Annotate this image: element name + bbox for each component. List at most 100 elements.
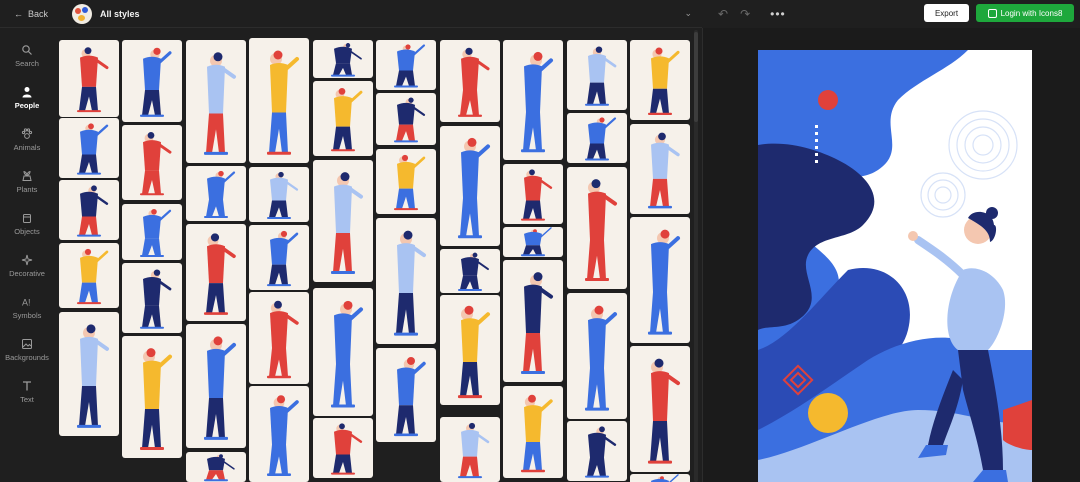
person-illustration <box>521 394 553 473</box>
illustration-card[interactable] <box>249 167 309 222</box>
illustration-card[interactable] <box>186 166 246 221</box>
illustration-card[interactable] <box>59 243 119 308</box>
person-illustration <box>77 185 109 237</box>
nav-item-animals[interactable]: Animals <box>0 128 54 152</box>
illustration-card[interactable] <box>630 124 690 214</box>
illustration-card[interactable] <box>313 418 373 478</box>
illustration-card[interactable] <box>376 40 436 90</box>
grid-scrollbar[interactable] <box>694 30 698 482</box>
illustration-card[interactable] <box>313 81 373 156</box>
illustration-card[interactable] <box>313 288 373 416</box>
illustration-card[interactable] <box>249 386 309 482</box>
image-icon <box>22 339 32 349</box>
style-selector-label[interactable]: All styles <box>100 9 140 19</box>
nav-item-people[interactable]: People <box>0 86 54 110</box>
illustration-card[interactable] <box>122 336 182 458</box>
illustration-card[interactable] <box>249 225 309 290</box>
more-options-icon[interactable]: ••• <box>770 7 786 21</box>
person-illustration <box>267 50 299 155</box>
illustration-card[interactable] <box>440 126 500 246</box>
illustration-card[interactable] <box>567 421 627 481</box>
illustration-card[interactable] <box>249 292 309 384</box>
illustration-card[interactable] <box>440 295 500 405</box>
illustration-card[interactable] <box>313 160 373 282</box>
illustration-card[interactable] <box>313 40 373 78</box>
illustration-card[interactable] <box>59 180 119 240</box>
arrow-left-icon: ← <box>14 8 23 19</box>
person-illustration <box>331 423 363 475</box>
illustration-card[interactable] <box>440 417 500 482</box>
person-illustration <box>585 46 617 106</box>
person-illustration <box>140 208 172 257</box>
undo-icon[interactable]: ↶ <box>718 7 728 21</box>
illustration-card[interactable] <box>376 218 436 344</box>
person-illustration <box>458 305 490 399</box>
person-illustration <box>521 51 553 153</box>
illustration-card[interactable] <box>567 293 627 419</box>
person-illustration <box>204 52 236 155</box>
redo-icon[interactable]: ↷ <box>740 7 750 21</box>
paw-icon <box>21 128 33 139</box>
nav-item-search[interactable]: Search <box>0 44 54 68</box>
illustration-card[interactable] <box>249 38 309 163</box>
illustration-card[interactable] <box>440 249 500 293</box>
nav-item-text[interactable]: Text <box>0 380 54 404</box>
illustration-card[interactable] <box>122 263 182 333</box>
illustration-card[interactable] <box>630 40 690 120</box>
chevron-down-icon[interactable]: ⌄ <box>684 8 692 19</box>
nav-item-decorative[interactable]: Decorative <box>0 254 54 278</box>
person-illustration <box>77 47 109 113</box>
illustration-card[interactable] <box>503 227 563 257</box>
illustration-card[interactable] <box>630 217 690 343</box>
illustration-card[interactable] <box>376 149 436 214</box>
nav-item-symbols[interactable]: A! Symbols <box>0 296 54 321</box>
back-button[interactable]: ← Back <box>14 9 48 19</box>
illustration-card[interactable] <box>59 312 119 436</box>
illustration-card[interactable] <box>630 346 690 472</box>
category-sidebar: Search People Animals Plants Objects Dec… <box>0 28 54 482</box>
search-icon <box>22 45 32 55</box>
login-button[interactable]: Login with Icons8 <box>976 4 1074 22</box>
nav-item-plants[interactable]: Plants <box>0 170 54 194</box>
illustration-card[interactable] <box>503 164 563 224</box>
illustration-card[interactable] <box>186 452 246 482</box>
illustration-card[interactable] <box>59 118 119 178</box>
export-button[interactable]: Export <box>924 4 969 22</box>
illustration-card[interactable] <box>567 40 627 110</box>
illustration-card[interactable] <box>186 224 246 321</box>
poster-canvas[interactable] <box>758 50 1032 482</box>
person-illustration <box>331 300 363 408</box>
illustration-card[interactable] <box>122 40 182 122</box>
illustration-grid <box>54 28 702 482</box>
illustration-card[interactable] <box>376 348 436 442</box>
person-illustration <box>585 179 617 282</box>
illustration-card[interactable] <box>122 204 182 260</box>
illustration-card[interactable] <box>186 324 246 448</box>
scrollbar-thumb[interactable] <box>694 32 698 122</box>
illustration-card[interactable] <box>440 40 500 122</box>
person-illustration <box>648 47 680 115</box>
login-button-label: Login with Icons8 <box>1000 8 1063 18</box>
illustration-card[interactable] <box>503 40 563 160</box>
illustration-card[interactable] <box>567 167 627 289</box>
person-illustration <box>458 47 490 117</box>
illustration-card[interactable] <box>503 386 563 478</box>
person-illustration <box>204 233 236 315</box>
person-illustration <box>140 269 172 329</box>
person-illustration <box>331 87 363 152</box>
illustration-card[interactable] <box>376 93 436 145</box>
illustration-card[interactable] <box>59 40 119 117</box>
person-illustration <box>140 47 172 117</box>
illustration-card[interactable] <box>503 260 563 382</box>
nav-item-backgrounds[interactable]: Backgrounds <box>0 338 54 362</box>
style-avatar[interactable] <box>72 3 93 24</box>
person-illustration <box>77 123 109 175</box>
illustration-card[interactable] <box>186 40 246 163</box>
illustration-card[interactable] <box>567 113 627 163</box>
person-illustration <box>521 169 553 221</box>
nav-item-objects[interactable]: Objects <box>0 212 54 236</box>
illustration-card[interactable] <box>122 125 182 200</box>
editor-topbar: ↶ ↷ ••• Export Login with Icons8 <box>702 0 1080 28</box>
nav-label: Text <box>20 395 34 404</box>
illustration-card[interactable] <box>630 474 690 482</box>
